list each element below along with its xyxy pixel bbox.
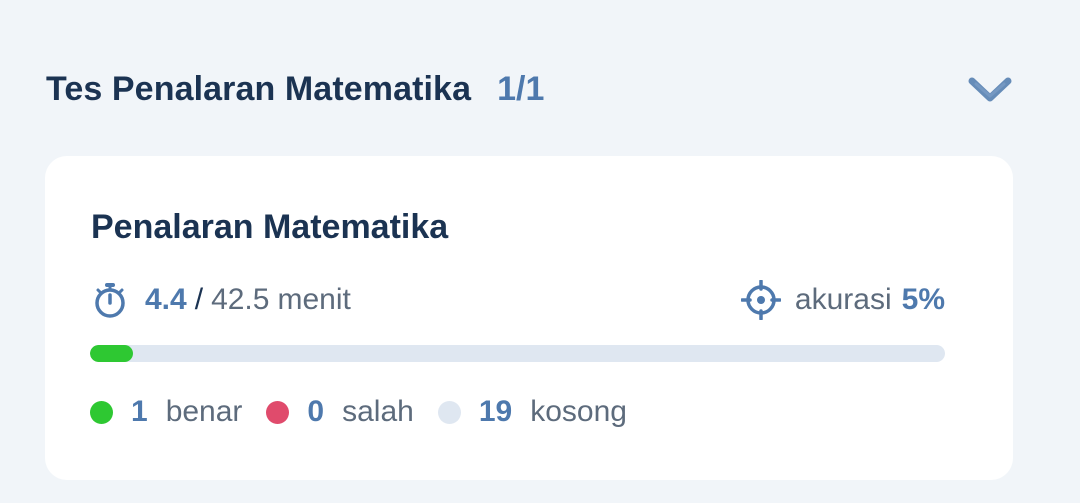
- stats-row: 4.4 / 42.5 menit akurasi 5%: [91, 280, 945, 320]
- legend-item-benar: 1 benar: [90, 395, 242, 429]
- benar-count: 1: [131, 395, 148, 428]
- chevron-down-icon[interactable]: [968, 72, 1012, 106]
- salah-dot: [266, 400, 290, 424]
- benar-label: benar: [165, 395, 243, 428]
- kosong-label: kosong: [530, 395, 627, 428]
- answer-legend: 1 benar 0 salah 19 kosong: [90, 392, 651, 432]
- legend-item-salah: 0 salah: [266, 395, 414, 429]
- accuracy-stat: akurasi 5%: [740, 280, 945, 320]
- progress-fill: [90, 345, 133, 362]
- time-total: 42.5: [211, 283, 270, 316]
- section-header[interactable]: Tes Penalaran Matematika 1/1: [46, 64, 1016, 114]
- salah-label: salah: [342, 395, 414, 428]
- time-stat: 4.4 / 42.5 menit: [91, 281, 351, 319]
- accuracy-value: 5%: [901, 283, 945, 316]
- subtest-title: Penalaran Matematika: [91, 208, 449, 246]
- kosong-dot: [437, 400, 461, 424]
- benar-dot: [90, 400, 113, 424]
- section-count: 1/1: [497, 70, 544, 109]
- stopwatch-icon: [95, 283, 125, 318]
- time-spent: 4.4: [145, 283, 187, 316]
- subtest-card[interactable]: Penalaran Matematika 4.4 / 42.5 menit ak…: [45, 156, 1013, 480]
- progress-bar: [90, 345, 945, 362]
- kosong-count: 19: [478, 395, 513, 428]
- crosshair-icon: [740, 280, 781, 320]
- salah-count: 0: [307, 395, 325, 428]
- section-title: Tes Penalaran Matematika: [46, 69, 472, 108]
- time-separator: /: [194, 283, 204, 316]
- legend-item-kosong: 19 kosong: [437, 395, 627, 429]
- section-count-current: 1: [497, 69, 516, 108]
- accuracy-label: akurasi: [794, 283, 892, 316]
- time-unit: menit: [277, 283, 351, 316]
- section-count-total: 1: [525, 69, 545, 108]
